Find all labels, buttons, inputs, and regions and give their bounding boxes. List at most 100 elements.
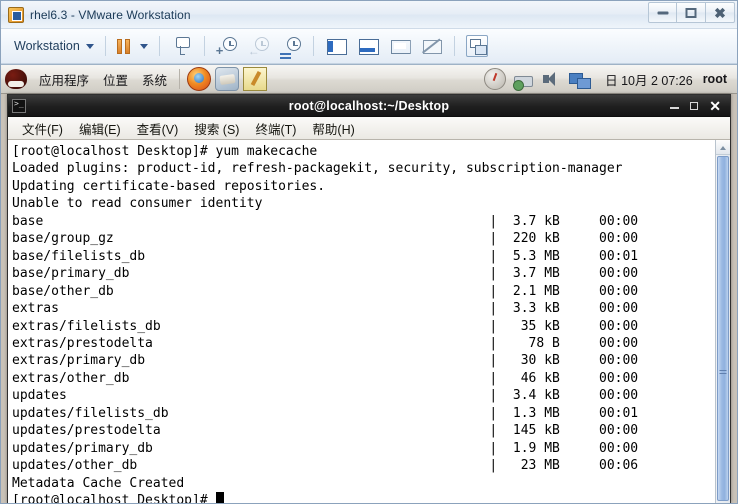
panel-clock[interactable]: 日 10月 2 07:26 bbox=[605, 70, 693, 89]
guest-os-screen: 应用程序 位置 系统 日 10月 2 07:26 root root@local… bbox=[1, 64, 737, 503]
window-controls: ✖ bbox=[648, 2, 735, 23]
terminal-line: Loaded plugins: product-id, refresh-pack… bbox=[12, 161, 623, 177]
machine-icon bbox=[171, 35, 193, 57]
minimize-button[interactable] bbox=[648, 2, 677, 23]
panel-tray-area: 日 10月 2 07:26 root bbox=[481, 68, 737, 91]
toolbar-divider bbox=[158, 36, 160, 56]
clock-revert-icon: ← bbox=[248, 35, 270, 57]
terminal-line: Unable to read consumer identity bbox=[12, 196, 263, 212]
toolbar-divider bbox=[453, 36, 455, 56]
take-snapshot-button[interactable]: + bbox=[211, 33, 243, 59]
terminal-line: extras/other_db | 46 kB 00:00 bbox=[12, 370, 639, 386]
gnome-top-panel: 应用程序 位置 系统 日 10月 2 07:26 root bbox=[1, 65, 737, 94]
toolbar-divider bbox=[104, 36, 106, 56]
thumbnail-bar-icon bbox=[357, 35, 379, 57]
panel-user-menu[interactable]: root bbox=[703, 72, 727, 86]
workstation-menu-button[interactable]: Workstation bbox=[5, 33, 99, 59]
terminal-line: base/other_db | 2.1 MB 00:00 bbox=[12, 283, 639, 299]
terminal-line: Metadata Cache Created bbox=[12, 475, 185, 491]
firefox-launcher[interactable] bbox=[187, 67, 212, 91]
send-ctrl-alt-del-button[interactable] bbox=[166, 33, 198, 59]
terminal-output[interactable]: [root@localhost Desktop]# yum makecache L… bbox=[8, 140, 715, 503]
clock-manage-icon bbox=[279, 35, 302, 57]
menu-system[interactable]: 系统 bbox=[135, 70, 174, 89]
close-icon[interactable]: ✕ bbox=[709, 99, 721, 113]
chevron-down-icon bbox=[139, 43, 148, 49]
chevron-down-icon bbox=[85, 43, 94, 49]
power-dropdown[interactable] bbox=[135, 33, 153, 59]
restore-icon bbox=[685, 7, 697, 18]
volume-icon[interactable] bbox=[540, 68, 562, 90]
maximize-icon[interactable] bbox=[690, 101, 699, 110]
close-icon: ✖ bbox=[714, 4, 726, 21]
console-view-button[interactable] bbox=[461, 33, 493, 59]
terminal-line: Updating certificate-based repositories. bbox=[12, 178, 326, 194]
network-icon[interactable] bbox=[568, 68, 592, 90]
menu-help[interactable]: 帮助(H) bbox=[304, 119, 362, 138]
menu-view[interactable]: 查看(V) bbox=[129, 119, 187, 138]
window-title: rhel6.3 - VMware Workstation bbox=[30, 7, 191, 22]
panel-divider bbox=[179, 69, 181, 89]
update-notifier-icon[interactable] bbox=[484, 68, 507, 90]
toolbar-divider bbox=[203, 36, 205, 56]
menu-places[interactable]: 位置 bbox=[96, 70, 135, 89]
terminal-line: extras/prestodelta | 78 B 00:00 bbox=[12, 335, 639, 351]
menu-search[interactable]: 搜索 (S) bbox=[186, 119, 247, 138]
enter-fullscreen-button[interactable] bbox=[384, 33, 416, 59]
terminal-line: base/primary_db | 3.7 MB 00:00 bbox=[12, 266, 639, 282]
terminal-menubar: 文件(F) 编辑(E) 查看(V) 搜索 (S) 终端(T) 帮助(H) bbox=[8, 117, 730, 140]
close-button[interactable]: ✖ bbox=[706, 2, 735, 23]
menu-file[interactable]: 文件(F) bbox=[14, 119, 71, 138]
text-editor-launcher[interactable] bbox=[243, 67, 268, 91]
printer-icon[interactable] bbox=[512, 68, 534, 91]
redhat-logo-icon[interactable] bbox=[5, 69, 27, 89]
toolbar-divider bbox=[312, 36, 314, 56]
show-thumbnail-bar-button[interactable] bbox=[352, 33, 384, 59]
vmware-toolbar: Workstation + ← bbox=[1, 29, 737, 64]
terminal-line: base/filelists_db | 5.3 MB 00:01 bbox=[12, 248, 639, 264]
unity-icon bbox=[421, 35, 443, 57]
terminal-line: base/group_gz | 220 kB 00:00 bbox=[12, 231, 639, 247]
terminal-line: updates/prestodelta | 145 kB 00:00 bbox=[12, 423, 639, 439]
revert-snapshot-button[interactable]: ← bbox=[243, 33, 275, 59]
restore-button[interactable] bbox=[677, 2, 706, 23]
menu-edit[interactable]: 编辑(E) bbox=[71, 119, 129, 138]
terminal-line: extras/primary_db | 30 kB 00:00 bbox=[12, 353, 639, 369]
suspend-button[interactable] bbox=[112, 33, 135, 59]
console-icon bbox=[465, 35, 488, 57]
help-launcher[interactable] bbox=[215, 67, 240, 91]
menu-applications[interactable]: 应用程序 bbox=[32, 70, 96, 89]
vmware-vm-icon bbox=[8, 6, 24, 23]
minimize-icon bbox=[657, 11, 668, 14]
terminal-line: updates/other_db | 23 MB 00:06 bbox=[12, 458, 639, 474]
scrollbar-grip bbox=[719, 369, 727, 376]
terminal-window: root@localhost:~/Desktop ✕ 文件(F) 编辑(E) 查… bbox=[7, 94, 731, 503]
pause-icon bbox=[116, 38, 130, 54]
terminal-cursor bbox=[215, 492, 224, 503]
workstation-menu-label: Workstation bbox=[14, 39, 80, 53]
terminal-line: [root@localhost Desktop]# yum makecache bbox=[12, 144, 318, 159]
scroll-up-button[interactable] bbox=[716, 140, 730, 155]
terminal-window-controls: ✕ bbox=[670, 99, 730, 113]
menu-terminal[interactable]: 终端(T) bbox=[247, 119, 304, 138]
terminal-titlebar: root@localhost:~/Desktop ✕ bbox=[8, 95, 730, 117]
fullscreen-icon bbox=[389, 35, 411, 57]
terminal-line: updates | 3.4 kB 00:00 bbox=[12, 388, 639, 404]
terminal-title: root@localhost:~/Desktop bbox=[288, 98, 450, 113]
terminal-line: base | 3.7 kB 00:00 bbox=[12, 213, 639, 229]
manage-snapshots-button[interactable] bbox=[275, 33, 307, 59]
minimize-icon[interactable] bbox=[670, 107, 680, 109]
terminal-scrollbar[interactable] bbox=[715, 140, 730, 503]
unity-mode-button[interactable] bbox=[416, 33, 448, 59]
show-sidebar-button[interactable] bbox=[320, 33, 352, 59]
terminal-prompt-line: [root@localhost Desktop]# bbox=[12, 492, 715, 503]
terminal-line: extras | 3.3 kB 00:00 bbox=[12, 301, 639, 317]
sidebar-icon bbox=[325, 35, 347, 57]
vmware-titlebar: rhel6.3 - VMware Workstation ✖ bbox=[1, 1, 737, 29]
terminal-icon bbox=[12, 98, 26, 113]
terminal-line: extras/filelists_db | 35 kB 00:00 bbox=[12, 318, 639, 334]
terminal-body[interactable]: [root@localhost Desktop]# yum makecache L… bbox=[8, 140, 730, 503]
scrollbar-thumb[interactable] bbox=[717, 156, 729, 501]
vmware-workstation-window: rhel6.3 - VMware Workstation ✖ Workstati… bbox=[0, 0, 738, 504]
terminal-line: updates/filelists_db | 1.3 MB 00:01 bbox=[12, 405, 639, 421]
